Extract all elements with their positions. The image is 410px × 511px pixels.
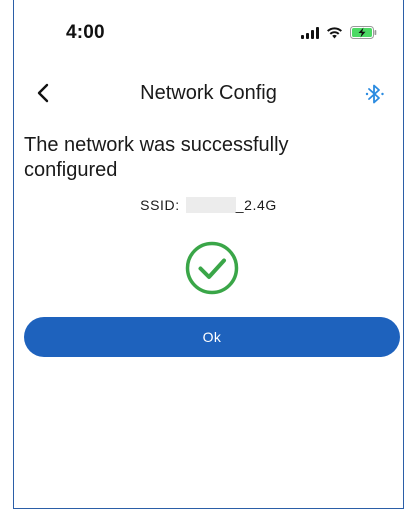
status-time: 4:00 bbox=[66, 22, 105, 43]
ssid-row: SSID: _2.4G bbox=[14, 197, 403, 213]
ssid-redaction bbox=[185, 197, 236, 213]
cellular-signal-icon bbox=[301, 26, 319, 39]
bluetooth-icon bbox=[365, 84, 384, 104]
nav-bar: Network Config bbox=[14, 76, 403, 112]
ok-button[interactable]: Ok bbox=[24, 317, 400, 357]
app-frame: 4:00 Network Config The network was succ… bbox=[13, 0, 404, 509]
battery-charging-icon bbox=[350, 26, 377, 39]
bluetooth-button[interactable] bbox=[363, 80, 387, 108]
success-message: The network was successfully configured bbox=[24, 134, 289, 181]
ssid-value: _2.4G bbox=[235, 197, 277, 213]
ssid-label: SSID: bbox=[140, 197, 180, 213]
status-icons bbox=[301, 26, 377, 39]
wifi-icon bbox=[327, 27, 342, 39]
check-circle-icon bbox=[185, 241, 239, 295]
page-title: Network Config bbox=[140, 82, 277, 104]
status-bar: 4:00 bbox=[14, 0, 403, 60]
